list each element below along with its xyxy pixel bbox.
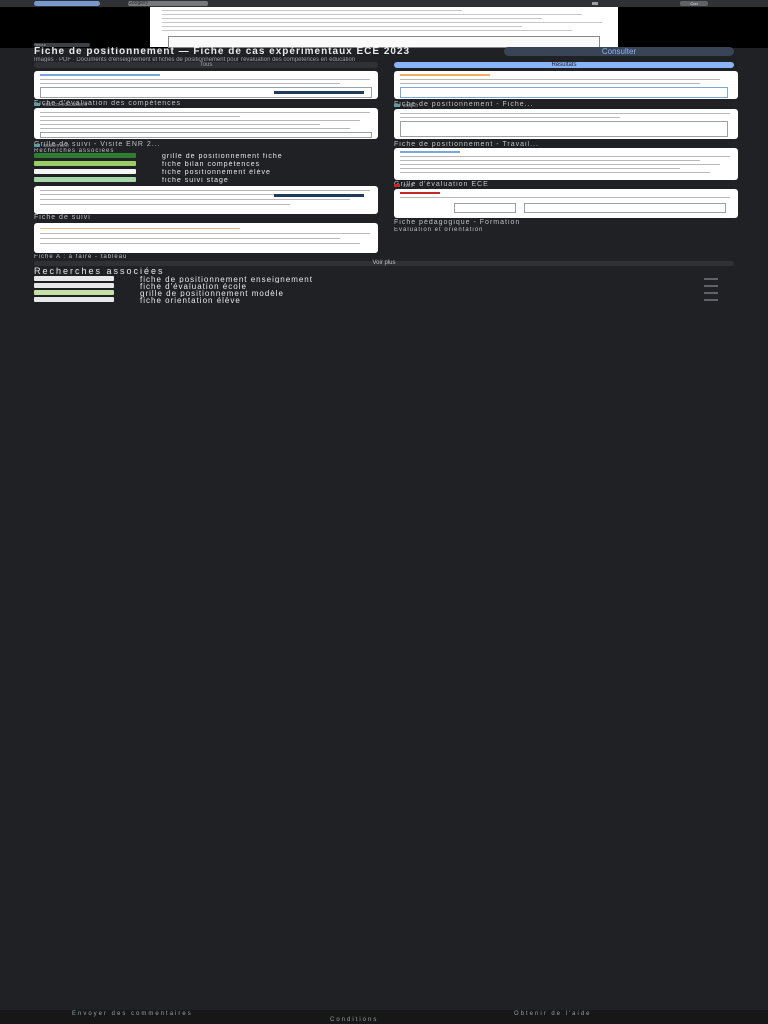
site-icon (34, 103, 40, 107)
related-item[interactable]: fiche suivi stage (162, 177, 376, 184)
result-caption[interactable]: Fiche A : à faire - tableau (34, 254, 378, 261)
visit-button[interactable]: Consulter (504, 47, 734, 56)
related-search-thumb[interactable] (34, 297, 114, 302)
result-card[interactable] (394, 189, 738, 218)
result-card[interactable] (394, 109, 738, 139)
result-caption[interactable]: Évaluation et orientation (394, 227, 738, 234)
result-caption[interactable]: Fiche pédagogique - Formation (394, 219, 738, 226)
result-card[interactable] (34, 223, 378, 253)
related-item[interactable]: grille de positionnement fiche (162, 153, 376, 160)
chevron-right-icon[interactable] (704, 285, 718, 287)
search-query[interactable]: Googlery (128, 1, 208, 6)
related-searches-heading: Recherches associées (34, 266, 165, 276)
result-caption[interactable]: Fiche de positionnement - Fiche... (394, 101, 738, 108)
site-icon (394, 104, 400, 108)
site-icon (34, 144, 40, 148)
feedback-link[interactable]: Envoyer des commentaires (72, 1011, 193, 1017)
related-item[interactable]: fiche bilan compétences (162, 161, 376, 168)
chevron-right-icon[interactable] (704, 278, 718, 280)
tab-results[interactable]: Résultats (394, 62, 734, 68)
top-bar (0, 0, 768, 7)
related-search-thumb[interactable] (34, 276, 114, 281)
help-link[interactable]: Obtenir de l'aide (514, 1011, 592, 1017)
tab-label: Tous (199, 62, 213, 68)
related-search-thumb[interactable] (34, 283, 114, 288)
related-thumb[interactable] (34, 177, 136, 182)
result-caption[interactable]: Fiche de positionnement - Travail... (394, 141, 738, 148)
tab-all[interactable]: Tous (34, 62, 378, 68)
related-search-item[interactable]: fiche orientation élève (140, 297, 600, 304)
result-card[interactable] (34, 108, 378, 139)
chevron-right-icon[interactable] (704, 299, 718, 301)
related-thumb[interactable] (34, 169, 136, 174)
related-search-item[interactable]: grille de positionnement modèle (140, 290, 600, 297)
result-card[interactable] (394, 71, 738, 99)
related-search-item[interactable]: fiche d'évaluation école (140, 283, 600, 290)
result-card[interactable] (394, 148, 738, 180)
tab-label: Résultats (551, 62, 577, 68)
result-caption[interactable]: Grille d'évaluation ECE (394, 181, 738, 188)
apps-icon[interactable] (592, 2, 598, 5)
page-title[interactable]: Fiche de positionnement — Fiche de cas e… (34, 47, 514, 57)
result-card[interactable] (34, 186, 378, 214)
result-card[interactable] (34, 71, 378, 99)
related-search-thumb[interactable] (34, 290, 114, 295)
google-logo[interactable] (34, 1, 100, 6)
related-thumb[interactable] (34, 161, 136, 166)
chevron-right-icon[interactable] (704, 292, 718, 294)
signin-button[interactable]: Con (680, 1, 708, 6)
result-caption[interactable]: Grille de suivi - Visite ENR 2... (34, 141, 378, 148)
terms-link[interactable]: Conditions (330, 1017, 378, 1023)
related-thumb[interactable] (34, 153, 136, 158)
result-caption[interactable]: Fiche de suivi (34, 214, 378, 221)
related-search-item[interactable]: fiche de positionnement enseignement (140, 276, 600, 283)
related-item[interactable]: fiche positionnement élève (162, 169, 376, 176)
site-icon (394, 184, 400, 188)
